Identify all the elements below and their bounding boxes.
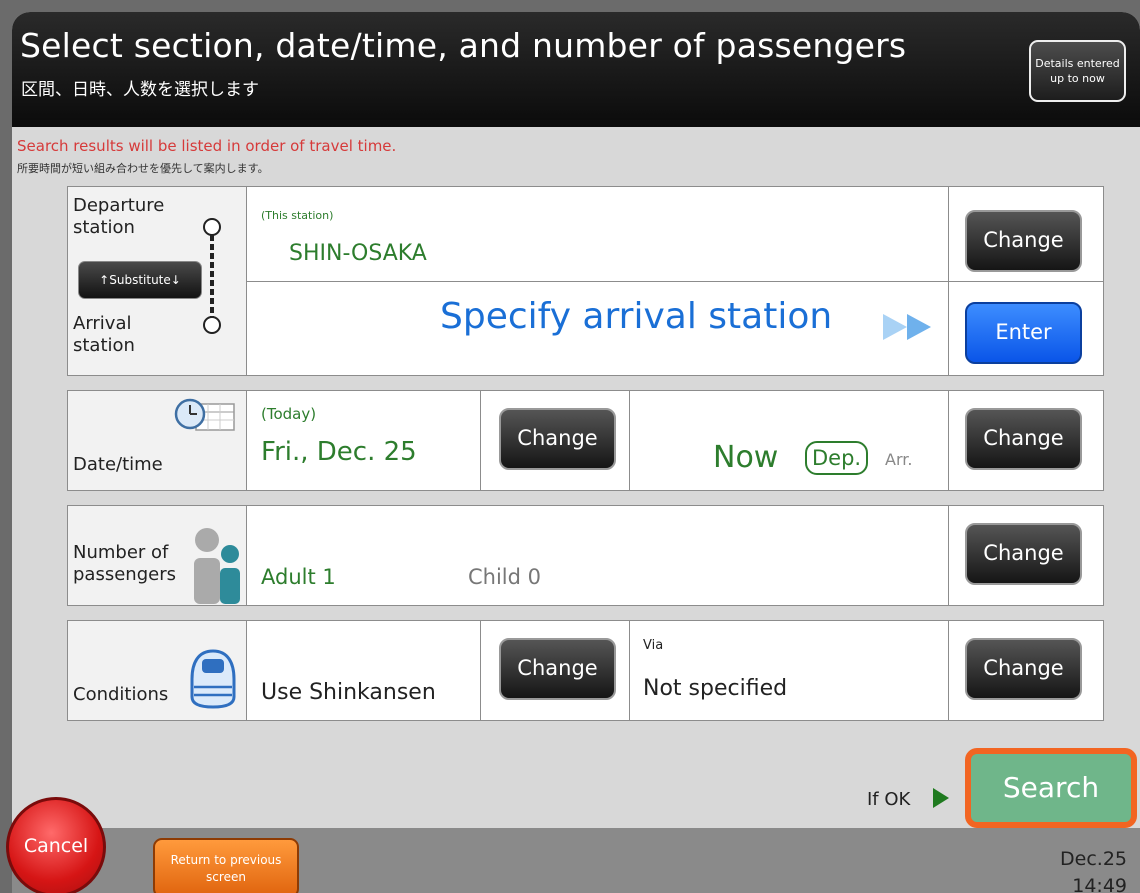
current-time: 14:49 <box>1072 875 1127 893</box>
adult-count: Adult 1 <box>261 565 336 589</box>
if-ok-arrow-icon <box>933 788 949 808</box>
current-date-time: Dec.25 14:49 <box>1060 846 1127 893</box>
arrival-toggle[interactable]: Arr. <box>885 449 912 471</box>
current-date: Dec.25 <box>1060 848 1127 870</box>
date-value: Fri., Dec. 25 <box>261 437 417 467</box>
substitute-button[interactable]: ↑Substitute↓ <box>78 261 202 299</box>
time-value: Now <box>713 440 779 475</box>
arrival-station-label: Arrival station <box>73 313 135 356</box>
search-button[interactable]: Search <box>977 759 1125 817</box>
kiosk-frame: Select section, date/time, and number of… <box>0 0 1140 893</box>
passengers-label: Number of passengers <box>73 542 176 585</box>
if-ok-label: If OK <box>867 789 911 810</box>
kiosk-screen: Select section, date/time, and number of… <box>12 12 1140 893</box>
conditions-value: Use Shinkansen <box>261 680 436 705</box>
passengers-icon <box>194 528 240 604</box>
page-title-japanese: 区間、日時、人数を選択します <box>21 80 259 100</box>
notice-japanese: 所要時間が短い組み合わせを優先して案内します。 <box>17 162 269 175</box>
date-note: (Today) <box>261 405 317 423</box>
arrival-prompt[interactable]: Specify arrival station <box>440 296 832 337</box>
datetime-divider-1 <box>480 391 481 490</box>
section-button-divider <box>948 187 949 375</box>
cancel-button[interactable]: Cancel <box>6 797 106 893</box>
datetime-divider-2 <box>629 391 630 490</box>
search-highlight: Search <box>965 748 1137 828</box>
date-change-button[interactable]: Change <box>499 408 616 470</box>
via-change-button[interactable]: Change <box>965 638 1082 700</box>
conditions-divider-1 <box>480 621 481 720</box>
route-line-icon <box>203 218 221 334</box>
passengers-change-button[interactable]: Change <box>965 523 1082 585</box>
conditions-panel: Conditions Use Shinkansen Change Via Not… <box>67 620 1104 721</box>
forward-arrows-icon <box>883 314 931 340</box>
departure-toggle[interactable]: Dep. <box>805 441 869 475</box>
departure-station-value: SHIN-OSAKA <box>289 241 427 266</box>
page-title: Select section, date/time, and number of… <box>20 26 907 65</box>
via-label: Via <box>643 638 664 653</box>
shinkansen-icon <box>190 649 236 709</box>
header-bar: Select section, date/time, and number of… <box>12 12 1140 127</box>
return-previous-button[interactable]: Return to previous screen <box>153 838 299 893</box>
child-count: Child 0 <box>468 565 542 589</box>
departure-note: (This station) <box>261 209 334 222</box>
via-value: Not specified <box>643 676 788 701</box>
departure-change-button[interactable]: Change <box>965 210 1082 272</box>
notice-english: Search results will be listed in order o… <box>17 137 397 155</box>
conditions-label: Conditions <box>73 684 169 705</box>
departure-station-label: Departure station <box>73 195 165 238</box>
datetime-divider-3 <box>948 391 949 490</box>
clock-calendar-icon <box>174 398 235 431</box>
time-change-button[interactable]: Change <box>965 408 1082 470</box>
passengers-divider <box>948 506 949 605</box>
details-entered-button[interactable]: Details entered up to now <box>1029 40 1126 102</box>
datetime-label: Date/time <box>73 454 163 475</box>
passengers-panel: Number of passengers Adult 1 Child 0 Cha… <box>67 505 1104 606</box>
section-panel: Departure station Arrival station ↑Subst… <box>67 186 1104 376</box>
arrival-enter-button[interactable]: Enter <box>965 302 1082 364</box>
section-row-divider <box>247 281 1103 282</box>
conditions-change-button[interactable]: Change <box>499 638 616 700</box>
datetime-panel: Date/time (Today) Fri., Dec. 25 Change N… <box>67 390 1104 491</box>
conditions-divider-3 <box>948 621 949 720</box>
conditions-divider-2 <box>629 621 630 720</box>
